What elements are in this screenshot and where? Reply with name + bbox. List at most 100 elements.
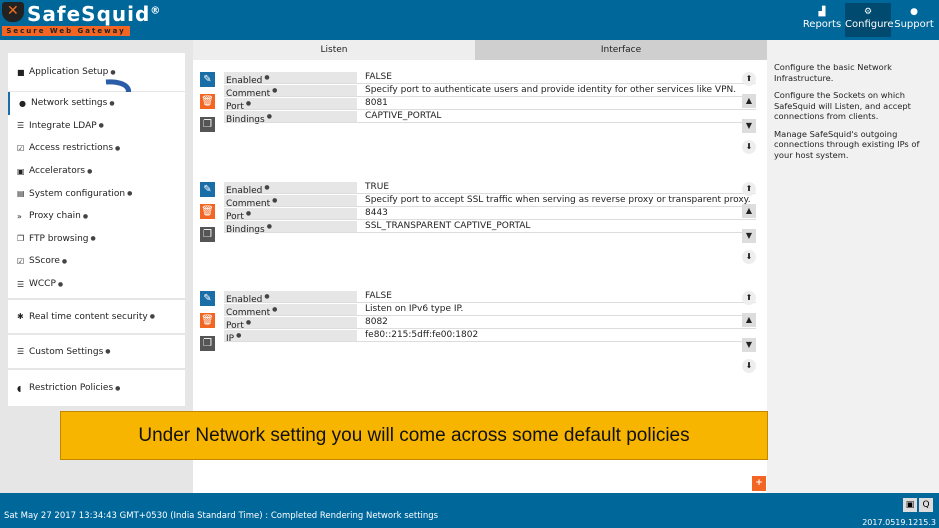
- field-label: Enabled ●: [224, 291, 357, 305]
- copy-button[interactable]: ❐: [200, 117, 215, 132]
- field-value: 8081: [365, 98, 388, 108]
- nav-reports[interactable]: ▟ Reports: [802, 3, 842, 37]
- field-value: 8443: [365, 208, 388, 218]
- globe-icon: ●: [19, 98, 26, 108]
- move-up-button[interactable]: ▲: [742, 204, 756, 218]
- info-text: Configure the Sockets on which SafeSquid…: [774, 90, 911, 121]
- shield-icon: ◖: [17, 383, 22, 393]
- train-icon: ▣: [17, 166, 25, 176]
- shield-icon: [2, 2, 24, 22]
- sidebar-item-system-configuration[interactable]: ▤ System configuration ●: [8, 182, 185, 205]
- sidebar-group-application-setup[interactable]: ■ Application Setup ●: [8, 53, 185, 91]
- move-down-button[interactable]: ▼: [742, 229, 756, 243]
- sidebar-group-real-time[interactable]: ✱ Real time content security ●: [8, 300, 185, 333]
- move-up-button[interactable]: ▲: [742, 94, 756, 108]
- sidebar-item-accelerators[interactable]: ▣ Accelerators ●: [8, 160, 185, 183]
- sidebar-item-sscore[interactable]: ☑ SScore ●: [8, 250, 185, 273]
- sidebar-item-proxy-chain[interactable]: » Proxy chain ●: [8, 205, 185, 228]
- nav-label: Configure: [845, 19, 894, 30]
- sidebar-item-wccp[interactable]: ☰ WCCP ●: [8, 273, 185, 296]
- info-icon: ●: [245, 100, 252, 107]
- move-bottom-button[interactable]: ⬇: [742, 359, 756, 373]
- item-label: Proxy chain: [29, 211, 81, 222]
- server-icon: ▤: [17, 189, 25, 199]
- check-square-icon: ☑: [17, 256, 25, 266]
- list-icon: ☰: [17, 121, 25, 131]
- nav-label: Reports: [802, 19, 842, 30]
- sidebar-item-network-settings[interactable]: ● Network settings ●: [8, 92, 185, 115]
- nav-configure[interactable]: ⚙ Configure: [845, 3, 894, 37]
- field-value: 8082: [365, 317, 388, 327]
- move-bottom-button[interactable]: ⬇: [742, 140, 756, 154]
- group-label: Custom Settings: [29, 346, 104, 357]
- info-icon: ●: [910, 7, 918, 17]
- info-icon: ●: [87, 167, 93, 175]
- move-top-button[interactable]: ⬆: [742, 291, 756, 305]
- item-label: Access restrictions: [29, 143, 114, 154]
- nav-label: Support: [894, 19, 934, 30]
- listen-record: ✎ 🗑 ❐ Enabled ● FALSE Comment ● Listen on IPv6 t…: [193, 291, 767, 391]
- copy-button[interactable]: ❐: [200, 227, 215, 242]
- sidebar-item-integrate-ldap[interactable]: ☰ Integrate LDAP ●: [8, 115, 185, 138]
- tab-interface[interactable]: Interface: [475, 40, 767, 60]
- chart-icon: ▟: [818, 7, 826, 17]
- listen-record: ✎ 🗑 ❐ Enabled ● FALSE Comment ● Specify port to …: [193, 72, 767, 172]
- copy-button[interactable]: ❐: [200, 336, 215, 351]
- info-text: Manage SafeSquid's outgoing connections …: [774, 128, 920, 160]
- info-icon: ●: [98, 122, 104, 130]
- info-icon: ●: [264, 293, 270, 300]
- field-row: Enabled ● FALSE: [224, 291, 756, 305]
- briefcase-icon: ■: [17, 67, 25, 77]
- tab-listen[interactable]: Listen: [193, 40, 475, 60]
- field-row: Enabled ● TRUE: [224, 182, 756, 196]
- info-icon: ●: [61, 257, 68, 265]
- field-value: Specify port to accept SSL traffic when …: [365, 195, 751, 205]
- sidebar-group-restriction-policies[interactable]: ◖ Restriction Policies ●: [8, 370, 185, 406]
- info-icon: ●: [115, 144, 121, 152]
- field-label: Comment ●: [224, 195, 357, 209]
- field-row: Port ● 8081: [224, 98, 756, 112]
- field-row: Comment ● Listen on IPv6 type IP.: [224, 304, 756, 318]
- field-value: Specify port to authenticate users and p…: [365, 85, 737, 95]
- info-icon: ●: [149, 313, 155, 320]
- footer: Sat May 27 2017 13:34:43 GMT+0530 (India…: [0, 493, 939, 528]
- edit-button[interactable]: ✎: [200, 72, 215, 87]
- edit-button[interactable]: ✎: [200, 291, 215, 306]
- brand-mark: ®: [150, 5, 162, 17]
- search-icon[interactable]: Q: [919, 498, 933, 512]
- item-label: WCCP: [29, 279, 56, 290]
- field-row: IP ● fe80::215:5dff:fe00:1802: [224, 330, 756, 344]
- sidebar-item-ftp-browsing[interactable]: ❐ FTP browsing ●: [8, 228, 185, 251]
- add-record-button[interactable]: +: [752, 476, 766, 491]
- move-top-button[interactable]: ⬆: [742, 72, 756, 86]
- info-icon: ●: [272, 306, 278, 313]
- delete-button[interactable]: 🗑: [200, 94, 215, 109]
- info-icon: ●: [266, 113, 272, 120]
- delete-button[interactable]: 🗑: [200, 204, 215, 219]
- field-value: FALSE: [365, 72, 392, 82]
- nav-support[interactable]: ● Support: [894, 3, 934, 37]
- logo[interactable]: SafeSquid®: [2, 2, 161, 26]
- move-bottom-button[interactable]: ⬇: [742, 250, 756, 264]
- edit-button[interactable]: ✎: [200, 182, 215, 197]
- move-down-button[interactable]: ▼: [742, 119, 756, 133]
- field-row: Bindings ● SSL_TRANSPARENT CAPTIVE_PORTAL: [224, 221, 756, 235]
- move-top-button[interactable]: ⬆: [742, 182, 756, 196]
- info-icon: ●: [272, 87, 278, 94]
- info-icon: ●: [245, 210, 252, 217]
- item-label: FTP browsing: [29, 233, 89, 244]
- field-label: Bindings ●: [224, 111, 357, 125]
- info-icon: ●: [109, 99, 115, 107]
- save-icon[interactable]: ▣: [903, 498, 917, 512]
- field-label-text: Bindings: [226, 225, 265, 235]
- sidebar-group-custom-settings[interactable]: ☰ Custom Settings ●: [8, 335, 185, 368]
- sidebar-item-access-restrictions[interactable]: ☑ Access restrictions ●: [8, 137, 185, 160]
- info-icon: ●: [110, 68, 116, 76]
- move-down-button[interactable]: ▼: [742, 338, 756, 352]
- delete-button[interactable]: 🗑: [200, 313, 215, 328]
- forward-icon: »: [17, 211, 22, 221]
- field-label-text: Bindings: [226, 115, 265, 125]
- move-up-button[interactable]: ▲: [742, 313, 756, 327]
- bug-icon: ✱: [17, 312, 24, 321]
- brand-name: SafeSquid: [27, 2, 151, 26]
